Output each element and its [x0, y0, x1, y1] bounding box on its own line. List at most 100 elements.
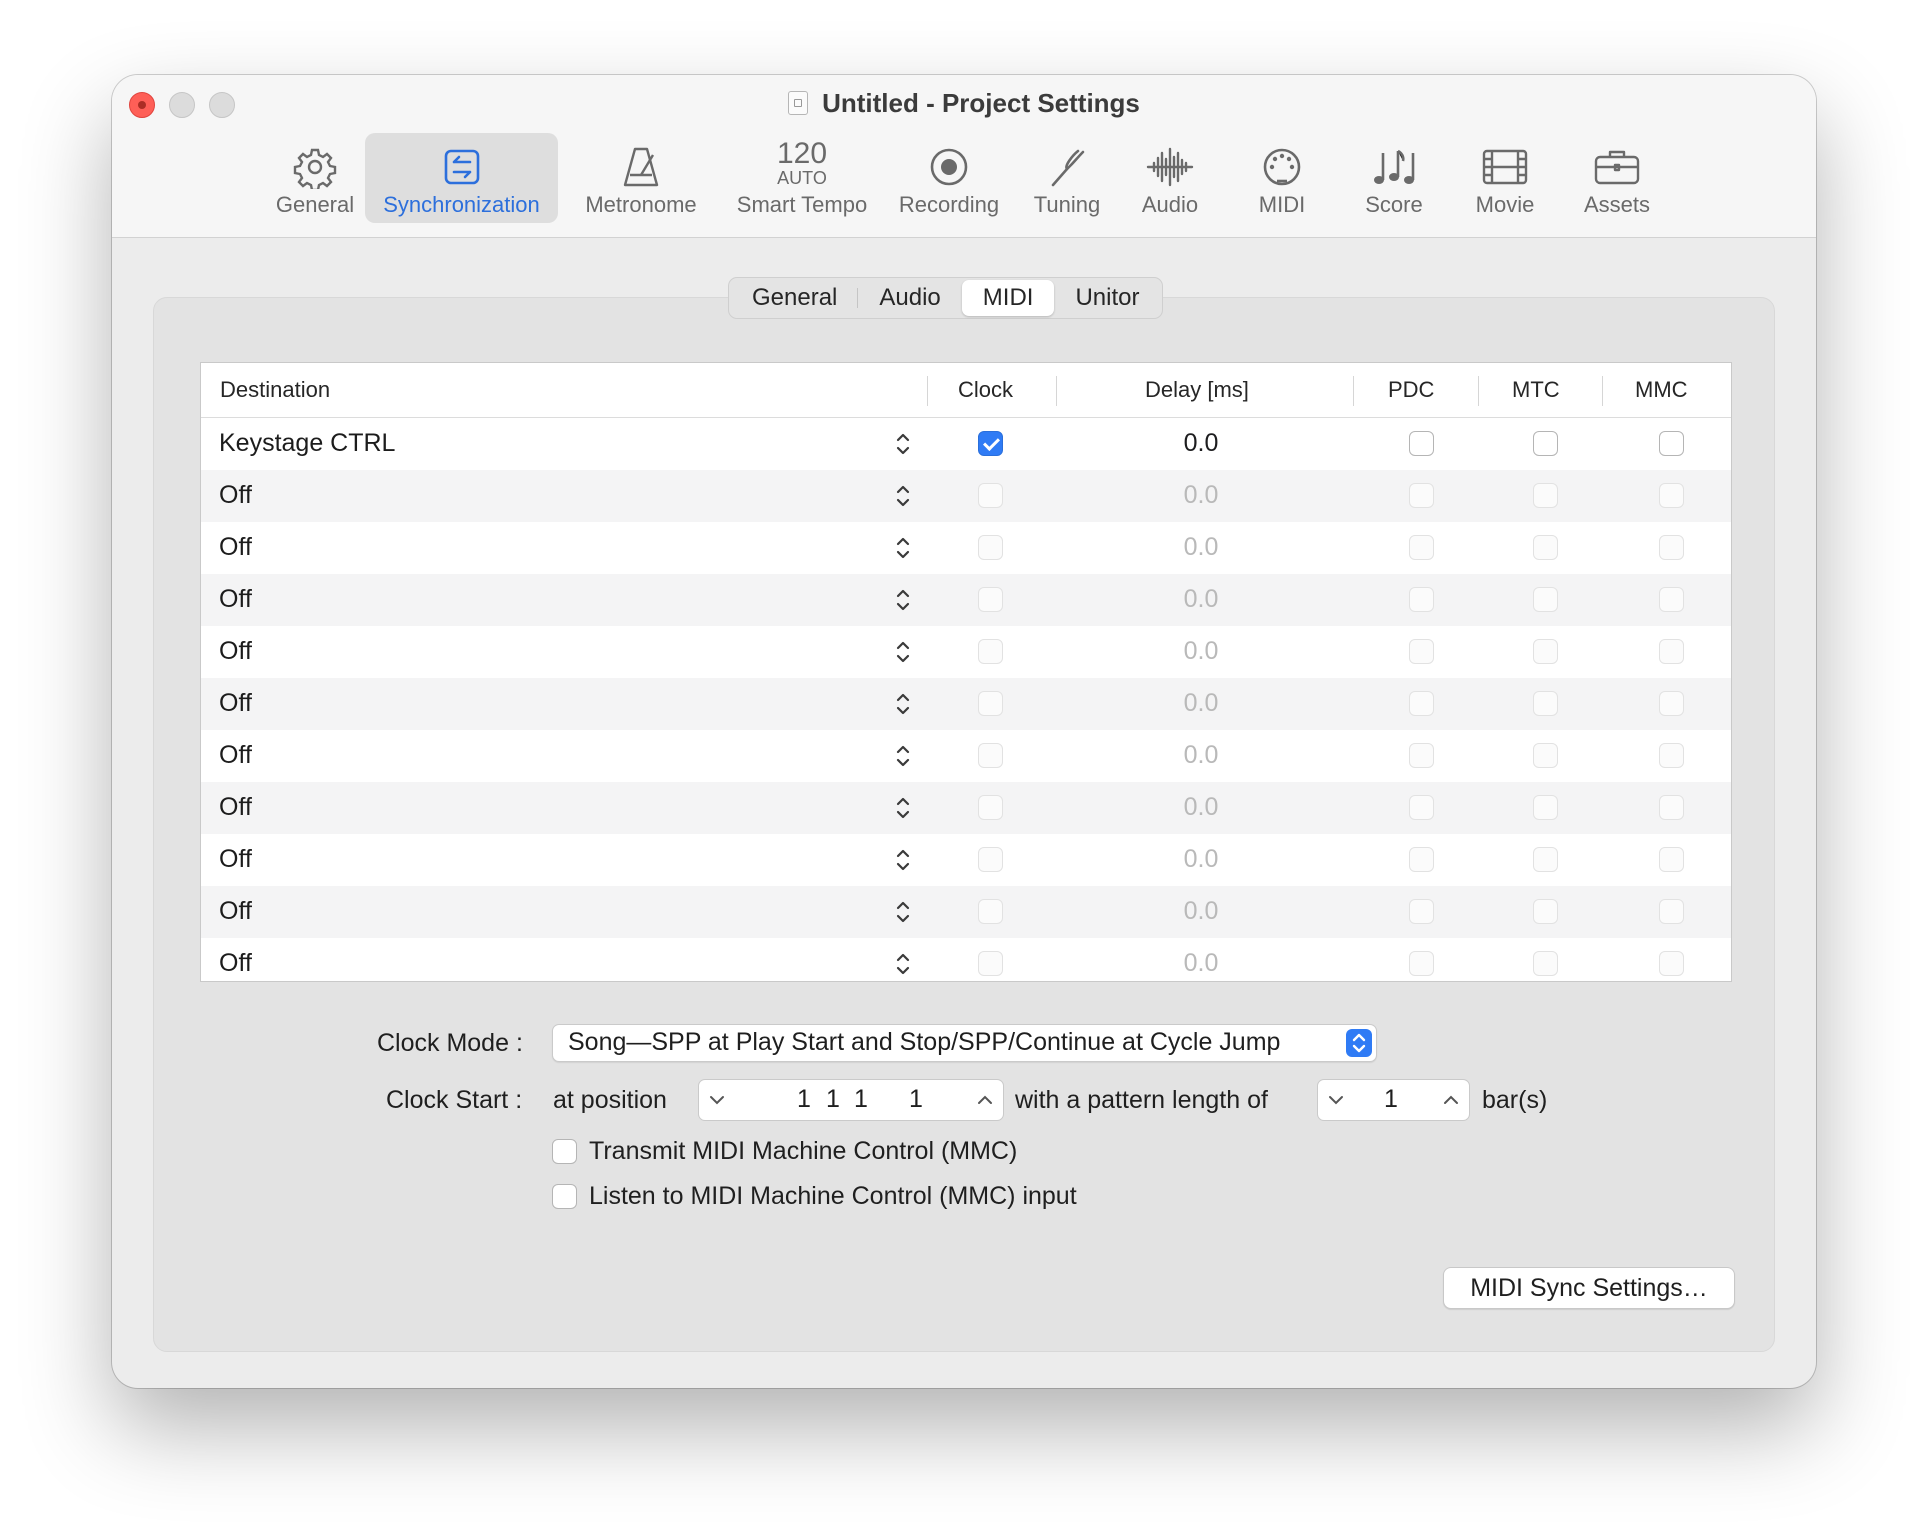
mmc-checkbox[interactable] — [1659, 639, 1684, 664]
delay-value[interactable]: 0.0 — [1151, 481, 1251, 510]
pattern-length-field[interactable]: 1 — [1317, 1079, 1470, 1121]
tab-unitor[interactable]: Unitor — [1054, 280, 1160, 316]
clock-checkbox[interactable] — [978, 535, 1003, 560]
delay-value[interactable]: 0.0 — [1151, 689, 1251, 718]
mtc-checkbox[interactable] — [1533, 795, 1558, 820]
updown-chevrons-icon[interactable] — [895, 898, 911, 926]
table-row[interactable]: Off 0.0 — [201, 886, 1731, 938]
destination-value[interactable]: Off — [219, 949, 252, 978]
clock-checkbox[interactable] — [978, 951, 1003, 976]
toolbar-midi[interactable]: MIDI — [1234, 133, 1330, 223]
mtc-checkbox[interactable] — [1533, 483, 1558, 508]
mtc-checkbox[interactable] — [1533, 639, 1558, 664]
column-delay[interactable]: Delay [ms] — [1145, 377, 1249, 403]
mmc-checkbox[interactable] — [1659, 951, 1684, 976]
mmc-checkbox[interactable] — [1659, 899, 1684, 924]
clock-checkbox[interactable] — [978, 795, 1003, 820]
chevron-up-icon[interactable] — [1441, 1090, 1461, 1110]
updown-chevrons-icon[interactable] — [895, 482, 911, 510]
transmit-mmc-option[interactable]: Transmit MIDI Machine Control (MMC) — [552, 1137, 1017, 1166]
pdc-checkbox[interactable] — [1409, 587, 1434, 612]
transmit-mmc-checkbox[interactable] — [552, 1139, 577, 1164]
mtc-checkbox[interactable] — [1533, 899, 1558, 924]
destination-value[interactable]: Off — [219, 481, 252, 510]
table-row[interactable]: Off 0.0 — [201, 938, 1731, 981]
listen-mmc-checkbox[interactable] — [552, 1184, 577, 1209]
column-mmc[interactable]: MMC — [1635, 377, 1688, 403]
chevron-down-icon[interactable] — [1326, 1090, 1346, 1110]
tab-audio[interactable]: Audio — [858, 280, 961, 316]
updown-chevrons-icon[interactable] — [895, 690, 911, 718]
transmit-mmc-label[interactable]: Transmit MIDI Machine Control (MMC) — [589, 1137, 1017, 1165]
clock-checkbox[interactable] — [978, 587, 1003, 612]
clock-checkbox[interactable] — [978, 639, 1003, 664]
mtc-checkbox[interactable] — [1533, 691, 1558, 716]
toolbar-recording[interactable]: Recording — [884, 133, 1014, 223]
position-bar[interactable]: 1 — [797, 1085, 811, 1114]
destination-value[interactable]: Off — [219, 637, 252, 666]
mtc-checkbox[interactable] — [1533, 951, 1558, 976]
clock-checkbox[interactable] — [978, 431, 1003, 456]
mtc-checkbox[interactable] — [1533, 431, 1558, 456]
mtc-checkbox[interactable] — [1533, 847, 1558, 872]
pattern-length-value[interactable]: 1 — [1384, 1085, 1398, 1114]
clock-checkbox[interactable] — [978, 899, 1003, 924]
mmc-checkbox[interactable] — [1659, 743, 1684, 768]
toolbar-smart-tempo[interactable]: 120 AUTO Smart Tempo — [716, 133, 888, 223]
pdc-checkbox[interactable] — [1409, 639, 1434, 664]
tab-general[interactable]: General — [731, 280, 859, 316]
destination-value[interactable]: Keystage CTRL — [219, 429, 395, 458]
table-row[interactable]: Off 0.0 — [201, 730, 1731, 782]
listen-mmc-option[interactable]: Listen to MIDI Machine Control (MMC) inp… — [552, 1182, 1077, 1211]
updown-chevrons-icon[interactable] — [895, 586, 911, 614]
clock-mode-popup[interactable]: Song—SPP at Play Start and Stop/SPP/Cont… — [552, 1024, 1377, 1062]
destination-value[interactable]: Off — [219, 585, 252, 614]
toolbar-tuning[interactable]: Tuning — [1017, 133, 1117, 223]
clock-checkbox[interactable] — [978, 483, 1003, 508]
pdc-checkbox[interactable] — [1409, 431, 1434, 456]
mtc-checkbox[interactable] — [1533, 535, 1558, 560]
clock-checkbox[interactable] — [978, 691, 1003, 716]
column-destination[interactable]: Destination — [220, 377, 330, 403]
pdc-checkbox[interactable] — [1409, 535, 1434, 560]
destination-value[interactable]: Off — [219, 741, 252, 770]
table-row[interactable]: Off 0.0 — [201, 574, 1731, 626]
delay-value[interactable]: 0.0 — [1151, 897, 1251, 926]
position-field[interactable]: 1 1 1 1 — [698, 1079, 1004, 1121]
destination-value[interactable]: Off — [219, 689, 252, 718]
clock-checkbox[interactable] — [978, 743, 1003, 768]
pdc-checkbox[interactable] — [1409, 847, 1434, 872]
tab-midi[interactable]: MIDI — [961, 280, 1055, 316]
delay-value[interactable]: 0.0 — [1151, 793, 1251, 822]
chevron-up-icon[interactable] — [975, 1090, 995, 1110]
table-row[interactable]: Off 0.0 — [201, 782, 1731, 834]
table-row[interactable]: Off 0.0 — [201, 522, 1731, 574]
table-row[interactable]: Off 0.0 — [201, 678, 1731, 730]
toolbar-metronome[interactable]: Metronome — [562, 133, 720, 223]
toolbar-assets[interactable]: Assets — [1567, 133, 1667, 223]
mmc-checkbox[interactable] — [1659, 847, 1684, 872]
mtc-checkbox[interactable] — [1533, 587, 1558, 612]
updown-chevrons-icon[interactable] — [895, 638, 911, 666]
destination-value[interactable]: Off — [219, 845, 252, 874]
position-division[interactable]: 1 — [854, 1085, 868, 1114]
mmc-checkbox[interactable] — [1659, 483, 1684, 508]
mmc-checkbox[interactable] — [1659, 431, 1684, 456]
chevron-down-icon[interactable] — [707, 1090, 727, 1110]
delay-value[interactable]: 0.0 — [1151, 429, 1251, 458]
updown-chevrons-icon[interactable] — [895, 742, 911, 770]
delay-value[interactable]: 0.0 — [1151, 949, 1251, 978]
updown-chevrons-icon[interactable] — [895, 950, 911, 978]
updown-chevrons-icon[interactable] — [895, 430, 911, 458]
mtc-checkbox[interactable] — [1533, 743, 1558, 768]
delay-value[interactable]: 0.0 — [1151, 845, 1251, 874]
toolbar-score[interactable]: Score — [1346, 133, 1442, 223]
column-mtc[interactable]: MTC — [1512, 377, 1560, 403]
updown-chevrons-icon[interactable] — [895, 534, 911, 562]
mmc-checkbox[interactable] — [1659, 691, 1684, 716]
pdc-checkbox[interactable] — [1409, 951, 1434, 976]
toolbar-synchronization[interactable]: Synchronization — [365, 133, 558, 223]
mmc-checkbox[interactable] — [1659, 795, 1684, 820]
column-clock[interactable]: Clock — [958, 377, 1013, 403]
destination-value[interactable]: Off — [219, 533, 252, 562]
